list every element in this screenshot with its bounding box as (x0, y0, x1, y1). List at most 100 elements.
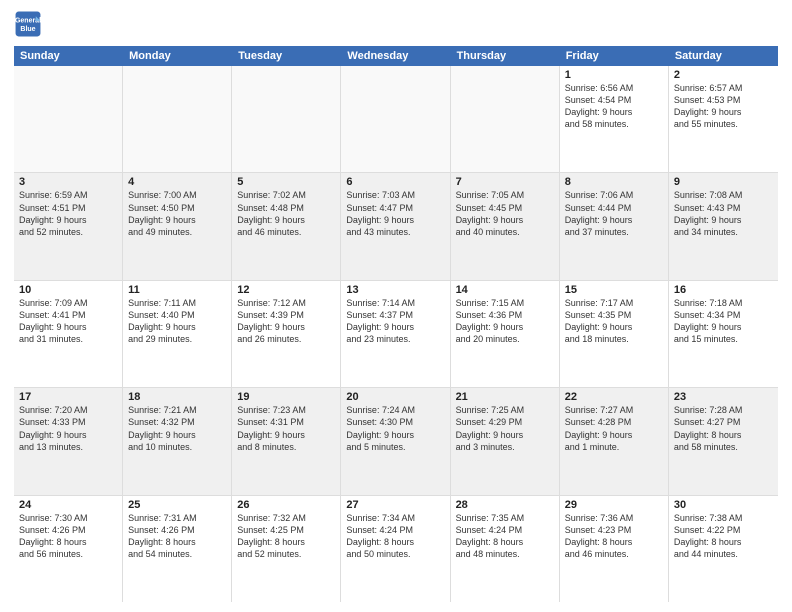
cell-line: Sunrise: 7:14 AM (346, 297, 444, 309)
cell-line: Daylight: 9 hours (237, 429, 335, 441)
cell-line: Sunrise: 7:34 AM (346, 512, 444, 524)
calendar-cell: 21Sunrise: 7:25 AMSunset: 4:29 PMDayligh… (451, 388, 560, 494)
cell-line: and 44 minutes. (674, 548, 773, 560)
cell-line: Daylight: 9 hours (674, 214, 773, 226)
day-number: 29 (565, 499, 663, 511)
calendar: SundayMondayTuesdayWednesdayThursdayFrid… (14, 46, 778, 602)
cell-line: Daylight: 9 hours (456, 321, 554, 333)
header-day: Friday (560, 46, 669, 66)
cell-line: Daylight: 9 hours (346, 321, 444, 333)
cell-line: Daylight: 9 hours (674, 106, 773, 118)
cell-line: Daylight: 9 hours (128, 321, 226, 333)
cell-line: and 18 minutes. (565, 333, 663, 345)
cell-line: Sunset: 4:48 PM (237, 202, 335, 214)
cell-line: and 49 minutes. (128, 226, 226, 238)
calendar-cell: 7Sunrise: 7:05 AMSunset: 4:45 PMDaylight… (451, 173, 560, 279)
cell-line: and 3 minutes. (456, 441, 554, 453)
cell-line: and 29 minutes. (128, 333, 226, 345)
cell-line: Sunset: 4:24 PM (346, 524, 444, 536)
calendar-cell: 22Sunrise: 7:27 AMSunset: 4:28 PMDayligh… (560, 388, 669, 494)
cell-line: Sunset: 4:24 PM (456, 524, 554, 536)
day-number: 7 (456, 176, 554, 188)
cell-line: Daylight: 9 hours (19, 321, 117, 333)
cell-line: Sunrise: 7:38 AM (674, 512, 773, 524)
cell-line: Sunrise: 7:00 AM (128, 189, 226, 201)
day-number: 8 (565, 176, 663, 188)
cell-line: Sunrise: 7:20 AM (19, 404, 117, 416)
day-number: 16 (674, 284, 773, 296)
calendar-cell: 13Sunrise: 7:14 AMSunset: 4:37 PMDayligh… (341, 281, 450, 387)
cell-line: Sunset: 4:35 PM (565, 309, 663, 321)
calendar-cell: 2Sunrise: 6:57 AMSunset: 4:53 PMDaylight… (669, 66, 778, 172)
day-number: 3 (19, 176, 117, 188)
cell-line: Sunset: 4:39 PM (237, 309, 335, 321)
cell-line: Daylight: 8 hours (346, 536, 444, 548)
cell-line: and 46 minutes. (237, 226, 335, 238)
cell-line: Sunset: 4:53 PM (674, 94, 773, 106)
header-day: Saturday (669, 46, 778, 66)
cell-line: Daylight: 9 hours (346, 429, 444, 441)
day-number: 6 (346, 176, 444, 188)
calendar-cell: 5Sunrise: 7:02 AMSunset: 4:48 PMDaylight… (232, 173, 341, 279)
calendar-cell: 28Sunrise: 7:35 AMSunset: 4:24 PMDayligh… (451, 496, 560, 602)
cell-line: and 56 minutes. (19, 548, 117, 560)
calendar-cell: 29Sunrise: 7:36 AMSunset: 4:23 PMDayligh… (560, 496, 669, 602)
cell-line: Sunset: 4:44 PM (565, 202, 663, 214)
cell-line: Daylight: 8 hours (128, 536, 226, 548)
cell-line: Sunrise: 7:17 AM (565, 297, 663, 309)
cell-line: Sunset: 4:37 PM (346, 309, 444, 321)
cell-line: Sunrise: 7:35 AM (456, 512, 554, 524)
day-number: 5 (237, 176, 335, 188)
cell-line: Daylight: 9 hours (19, 214, 117, 226)
cell-line: Sunset: 4:54 PM (565, 94, 663, 106)
cell-line: and 55 minutes. (674, 118, 773, 130)
cell-line: Sunrise: 7:36 AM (565, 512, 663, 524)
cell-line: Sunset: 4:40 PM (128, 309, 226, 321)
calendar-row: 1Sunrise: 6:56 AMSunset: 4:54 PMDaylight… (14, 66, 778, 173)
calendar-cell: 17Sunrise: 7:20 AMSunset: 4:33 PMDayligh… (14, 388, 123, 494)
calendar-cell: 27Sunrise: 7:34 AMSunset: 4:24 PMDayligh… (341, 496, 450, 602)
cell-line: Sunrise: 7:28 AM (674, 404, 773, 416)
cell-line: and 20 minutes. (456, 333, 554, 345)
logo: General Blue (14, 10, 42, 38)
calendar-cell: 20Sunrise: 7:24 AMSunset: 4:30 PMDayligh… (341, 388, 450, 494)
cell-line: Daylight: 9 hours (456, 429, 554, 441)
cell-line: and 34 minutes. (674, 226, 773, 238)
cell-line: Sunrise: 7:02 AM (237, 189, 335, 201)
calendar-cell: 30Sunrise: 7:38 AMSunset: 4:22 PMDayligh… (669, 496, 778, 602)
cell-line: and 50 minutes. (346, 548, 444, 560)
cell-line: Daylight: 9 hours (565, 321, 663, 333)
cell-line: Sunrise: 7:24 AM (346, 404, 444, 416)
cell-line: and 5 minutes. (346, 441, 444, 453)
cell-line: and 15 minutes. (674, 333, 773, 345)
calendar-row: 17Sunrise: 7:20 AMSunset: 4:33 PMDayligh… (14, 388, 778, 495)
cell-line: Daylight: 9 hours (19, 429, 117, 441)
cell-line: Sunset: 4:43 PM (674, 202, 773, 214)
calendar-header: SundayMondayTuesdayWednesdayThursdayFrid… (14, 46, 778, 66)
day-number: 9 (674, 176, 773, 188)
calendar-cell: 9Sunrise: 7:08 AMSunset: 4:43 PMDaylight… (669, 173, 778, 279)
cell-line: Sunrise: 6:56 AM (565, 82, 663, 94)
page: General Blue SundayMondayTuesdayWednesda… (0, 0, 792, 612)
cell-line: Sunrise: 7:23 AM (237, 404, 335, 416)
cell-line: Sunrise: 7:30 AM (19, 512, 117, 524)
header-day: Wednesday (341, 46, 450, 66)
cell-line: and 48 minutes. (456, 548, 554, 560)
day-number: 11 (128, 284, 226, 296)
cell-line: and 10 minutes. (128, 441, 226, 453)
cell-line: Daylight: 9 hours (565, 106, 663, 118)
calendar-cell: 25Sunrise: 7:31 AMSunset: 4:26 PMDayligh… (123, 496, 232, 602)
calendar-row: 24Sunrise: 7:30 AMSunset: 4:26 PMDayligh… (14, 496, 778, 602)
cell-line: and 31 minutes. (19, 333, 117, 345)
cell-line: Sunset: 4:41 PM (19, 309, 117, 321)
cell-line: Daylight: 9 hours (456, 214, 554, 226)
cell-line: and 40 minutes. (456, 226, 554, 238)
day-number: 28 (456, 499, 554, 511)
cell-line: Sunset: 4:27 PM (674, 416, 773, 428)
cell-line: Sunrise: 7:06 AM (565, 189, 663, 201)
cell-line: Sunset: 4:25 PM (237, 524, 335, 536)
cell-line: Sunset: 4:51 PM (19, 202, 117, 214)
day-number: 17 (19, 391, 117, 403)
day-number: 22 (565, 391, 663, 403)
cell-line: Sunset: 4:29 PM (456, 416, 554, 428)
